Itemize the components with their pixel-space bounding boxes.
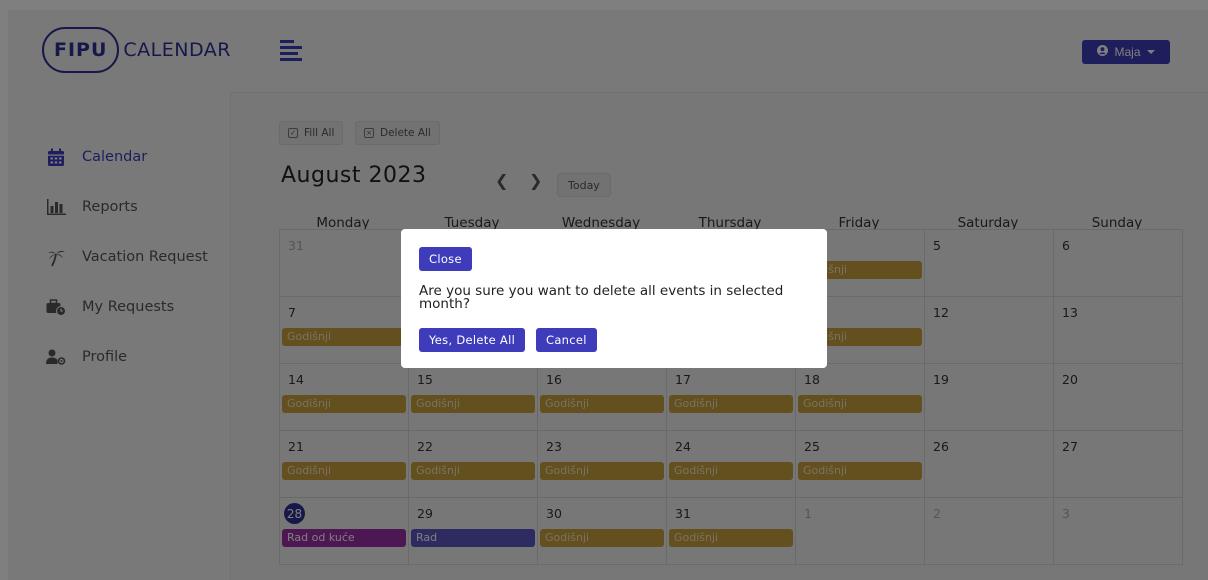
- confirm-delete-dialog: Close Are you sure you want to delete al…: [401, 229, 827, 368]
- close-button[interactable]: Close: [419, 247, 472, 271]
- dialog-message: Are you sure you want to delete all even…: [419, 283, 784, 312]
- confirm-delete-all-button[interactable]: Yes, Delete All: [419, 328, 526, 352]
- cancel-button[interactable]: Cancel: [536, 328, 597, 352]
